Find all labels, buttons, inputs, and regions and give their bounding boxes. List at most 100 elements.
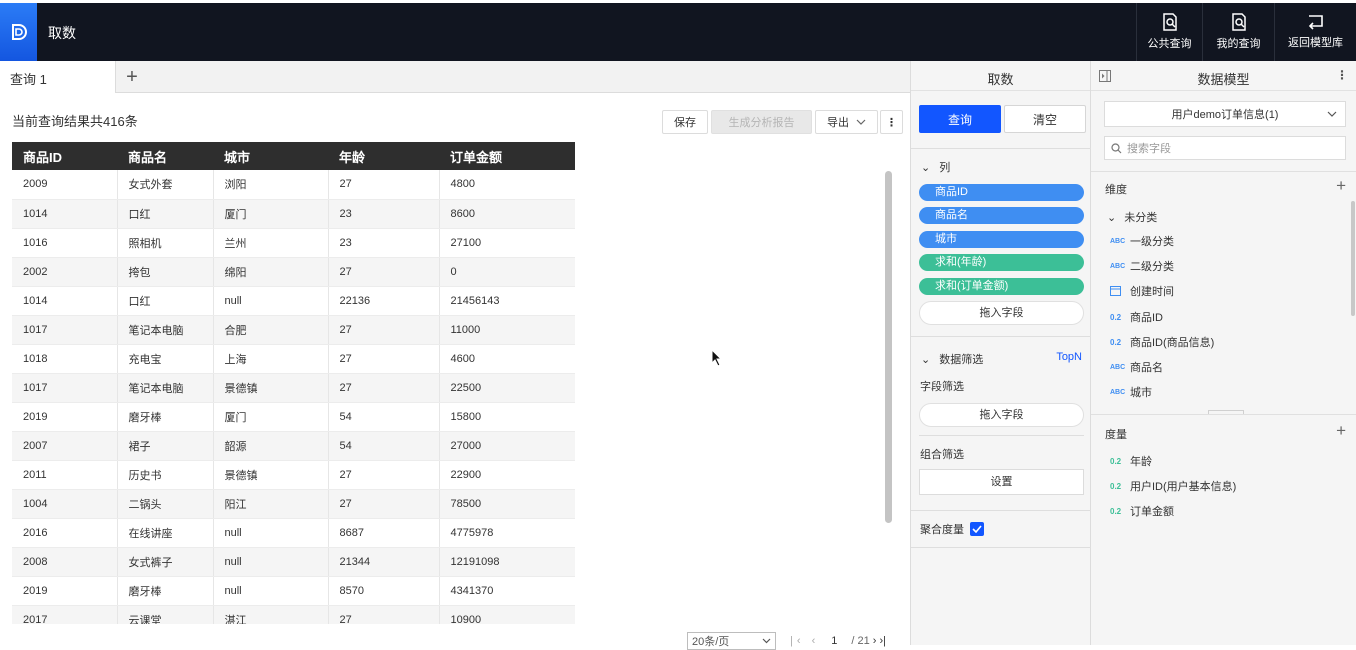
column-header[interactable]: 商品名 — [117, 142, 213, 170]
table-cell: 浏阳 — [213, 170, 329, 200]
table-row[interactable]: 2017 云课堂 湛江 27 10900 — [12, 605, 575, 624]
table-cell: 23 — [328, 228, 440, 258]
combo-filter-setting-button[interactable]: 设置 — [919, 469, 1084, 495]
add-dimension-button[interactable]: + — [1336, 176, 1346, 196]
table-cell: 27 — [328, 170, 440, 200]
save-button[interactable]: 保存 — [662, 110, 708, 134]
result-count: 当前查询结果共416条 — [12, 114, 138, 129]
table-cell: 27000 — [439, 431, 575, 461]
return-model-library-button[interactable]: 返回模型库 — [1274, 3, 1356, 61]
total-pages: / 21 — [851, 635, 870, 647]
column-pill[interactable]: 商品名 — [919, 207, 1084, 224]
table-cell: 4600 — [439, 344, 575, 374]
topn-link[interactable]: TopN — [1056, 351, 1082, 363]
table-cell: null — [213, 576, 329, 606]
field-label: 用户ID(用户基本信息) — [1130, 481, 1237, 493]
columns-section-title[interactable]: ⌄ 列 — [921, 159, 950, 175]
field-item[interactable]: 0.2 订单金额 — [1110, 503, 1174, 519]
table-row[interactable]: 1016 照相机 兰州 23 27100 — [12, 228, 575, 258]
field-item[interactable]: ABC 一级分类 — [1110, 233, 1174, 249]
table-cell: 21344 — [328, 547, 440, 577]
field-item[interactable]: 创建时间 — [1110, 283, 1174, 299]
column-pill[interactable]: 求和(年龄) — [919, 254, 1084, 271]
public-query-button[interactable]: 公共查询 — [1136, 3, 1202, 61]
model-select[interactable]: 用户demo订单信息(1) — [1104, 101, 1346, 127]
export-button[interactable]: 导出 — [815, 110, 878, 134]
field-item[interactable]: ABC 城市 — [1110, 384, 1152, 400]
pagination: 20条/页 |‹ ‹ 1 / 21 › ›| — [687, 632, 886, 650]
table-row[interactable]: 1014 口红 null 22136 21456143 — [12, 286, 575, 316]
query-button[interactable]: 查询 — [919, 105, 1001, 133]
table-cell: 1016 — [12, 228, 118, 258]
field-search-input[interactable]: 搜索字段 — [1104, 136, 1346, 160]
table-cell: 厦门 — [213, 402, 329, 432]
collapse-panel-icon[interactable] — [1099, 70, 1111, 82]
table-cell: 景德镇 — [213, 373, 329, 403]
column-pill[interactable]: 商品ID — [919, 184, 1084, 201]
table-row[interactable]: 2019 磨牙棒 厦门 54 15800 — [12, 402, 575, 432]
filter-drop-zone[interactable]: 拖入字段 — [919, 403, 1084, 427]
table-cell: 笔记本电脑 — [117, 373, 214, 403]
table-cell: 韶源 — [213, 431, 329, 461]
column-pill[interactable]: 求和(订单金额) — [919, 278, 1084, 295]
add-tab-button[interactable]: + — [122, 66, 142, 89]
columns-drop-zone[interactable]: 拖入字段 — [919, 301, 1084, 325]
add-measure-button[interactable]: + — [1336, 421, 1346, 441]
column-header[interactable]: 年龄 — [328, 142, 439, 170]
aggregate-measure-checkbox[interactable] — [970, 522, 984, 536]
table-row[interactable]: 2002 挎包 绵阳 27 0 — [12, 257, 575, 287]
table-cell: 2011 — [12, 460, 118, 490]
results-scrollbar[interactable] — [885, 171, 892, 523]
table-cell: 2017 — [12, 605, 118, 624]
field-item[interactable]: 0.2 用户ID(用户基本信息) — [1110, 478, 1236, 494]
column-pill[interactable]: 城市 — [919, 231, 1084, 248]
table-cell: 8687 — [328, 518, 440, 548]
column-header[interactable]: 城市 — [213, 142, 328, 170]
table-row[interactable]: 2019 磨牙棒 null 8570 4341370 — [12, 576, 575, 606]
field-item[interactable]: ABC 二级分类 — [1110, 258, 1174, 274]
more-options-button[interactable]: ⋮ — [880, 110, 903, 134]
table-row[interactable]: 2009 女式外套 浏阳 27 4800 — [12, 170, 575, 200]
table-cell: 4800 — [439, 170, 575, 200]
table-row[interactable]: 2016 在线讲座 null 8687 4775978 — [12, 518, 575, 548]
my-query-button[interactable]: 我的查询 — [1202, 3, 1274, 61]
table-row[interactable]: 2007 裙子 韶源 54 27000 — [12, 431, 575, 461]
table-row[interactable]: 1004 二锅头 阳江 27 78500 — [12, 489, 575, 519]
table-row[interactable]: 2011 历史书 景德镇 27 22900 — [12, 460, 575, 490]
current-page[interactable]: 1 — [831, 635, 837, 647]
table-cell: 15800 — [439, 402, 575, 432]
text-field-icon: ABC — [1110, 262, 1126, 270]
results-area: 当前查询结果共416条 保存 生成分析报告 导出 ⋮ 商品ID 商品名 城市 年… — [0, 93, 910, 650]
table-row[interactable]: 1014 口红 厦门 23 8600 — [12, 199, 575, 229]
model-select-value: 用户demo订单信息(1) — [1171, 109, 1279, 121]
model-more-icon[interactable]: ⋮ — [1336, 68, 1348, 82]
pager-prev-buttons[interactable]: |‹ ‹ — [790, 635, 819, 647]
table-row[interactable]: 1018 充电宝 上海 27 4600 — [12, 344, 575, 374]
field-item[interactable]: 0.2 商品ID(商品信息) — [1110, 334, 1214, 350]
dimension-group-uncategorized[interactable]: ⌄ 未分类 — [1107, 209, 1157, 225]
dimensions-scrollbar[interactable] — [1351, 201, 1355, 316]
field-label: 创建时间 — [1130, 286, 1174, 298]
tab-query-1[interactable]: 查询 1 — [0, 61, 116, 93]
field-item[interactable]: 0.2 年龄 — [1110, 453, 1152, 469]
table-cell: 21456143 — [439, 286, 575, 316]
filter-section-title[interactable]: ⌄ 数据筛选 — [921, 351, 983, 367]
pager-next-buttons[interactable]: › ›| — [873, 635, 886, 647]
app-logo[interactable] — [0, 3, 37, 61]
table-row[interactable]: 1017 笔记本电脑 景德镇 27 22500 — [12, 373, 575, 403]
field-label: 二级分类 — [1130, 261, 1174, 273]
table-row[interactable]: 2008 女式裤子 null 21344 12191098 — [12, 547, 575, 577]
page-size-select[interactable]: 20条/页 — [687, 632, 776, 650]
model-panel-title: 数据模型 — [1091, 61, 1356, 91]
generate-report-button[interactable]: 生成分析报告 — [711, 110, 812, 134]
field-item[interactable]: 0.2 商品ID — [1110, 309, 1163, 325]
results-table: 商品ID 商品名 城市 年龄 订单金额 2009 女式外套 浏阳 27 4800 1014… — [12, 142, 575, 624]
field-item[interactable]: ABC 商品名 — [1110, 359, 1163, 375]
column-header[interactable]: 商品ID — [12, 142, 117, 170]
clear-button[interactable]: 清空 — [1004, 105, 1086, 133]
column-header[interactable]: 订单金额 — [439, 142, 575, 170]
table-cell: 22900 — [439, 460, 575, 490]
table-cell: 11000 — [439, 315, 575, 345]
table-cell: 充电宝 — [117, 344, 214, 374]
table-row[interactable]: 1017 笔记本电脑 合肥 27 11000 — [12, 315, 575, 345]
